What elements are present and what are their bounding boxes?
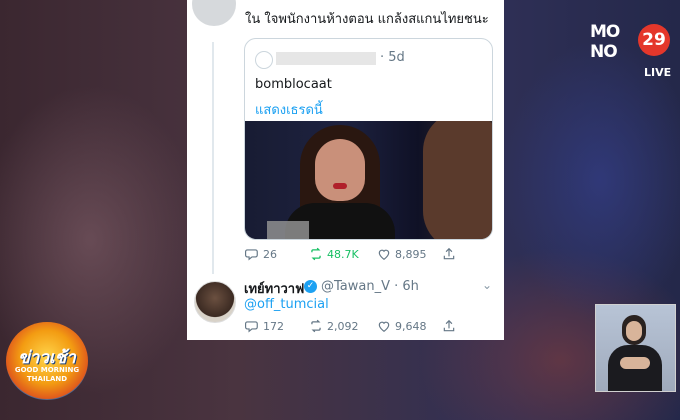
media-second-figure: [423, 121, 492, 239]
tweet-mention-link[interactable]: @off_tumcial: [244, 297, 329, 312]
retweet-count: 2,092: [327, 319, 359, 333]
retweet-action-2[interactable]: 2,092: [309, 319, 359, 333]
media-figure-face: [315, 139, 365, 201]
live-indicator: LIVE: [644, 66, 672, 79]
mono29-channel-logo: MO NO 29: [590, 22, 670, 66]
like-action[interactable]: 8,895: [377, 247, 427, 261]
reply-icon: [245, 321, 258, 333]
show-thread-link[interactable]: แสดงเธรดนี้: [255, 99, 323, 120]
share-action-2[interactable]: [442, 319, 456, 333]
show-logo: ข่าวเช้า GOOD MORNING THAILAND: [6, 322, 88, 400]
share-icon: [443, 247, 455, 260]
reply-count: 172: [263, 319, 284, 333]
media-figure-lips: [333, 183, 347, 189]
show-subtitle-1: GOOD MORNING: [14, 366, 80, 374]
like-action-2[interactable]: 9,648: [377, 319, 427, 333]
reply-count: 26: [263, 247, 277, 261]
reply-action[interactable]: 26: [245, 247, 277, 261]
retweet-icon: [311, 319, 321, 333]
thread-line: [212, 42, 214, 274]
quoted-tweet-text: bomblocaat: [255, 77, 332, 92]
quoted-media-image[interactable]: [245, 121, 492, 239]
sign-language-interpreter-inset: [595, 304, 676, 392]
share-icon: [443, 319, 455, 332]
quoted-avatar: [255, 51, 273, 69]
like-count: 8,895: [395, 247, 427, 261]
reply-avatar: [192, 0, 236, 26]
chevron-down-icon[interactable]: ⌄: [482, 278, 492, 292]
quoted-timestamp: · 5d: [380, 50, 405, 65]
retweet-count: 48.7K: [327, 247, 359, 261]
quoted-tweet-card[interactable]: · 5d bomblocaat แสดงเธรดนี้: [244, 38, 493, 240]
reply-action-2[interactable]: 172: [245, 319, 284, 333]
reply-tweet-text: ใน ใจพนักงานห้างตอน แกล้งสแกนไทยชนะ: [245, 12, 489, 27]
retweet-icon: [311, 247, 321, 261]
media-censor-box: [267, 221, 309, 239]
interpreter-face: [626, 321, 642, 341]
show-subtitle-2: THAILAND: [26, 375, 68, 383]
tweet-author-avatar[interactable]: [194, 281, 236, 323]
twitter-screenshot: ใน ใจพนักงานห้างตอน แกล้งสแกนไทยชนะ · 5d…: [187, 0, 504, 340]
quoted-name-censored: [276, 52, 376, 65]
heart-icon: [378, 321, 390, 332]
channel-logo-text: MO NO: [590, 22, 620, 62]
reply-icon: [245, 249, 258, 261]
verified-badge-icon: ✓: [304, 280, 317, 293]
tweet-author-name[interactable]: เทย์ทาวาฟ: [244, 278, 304, 299]
heart-icon: [378, 249, 390, 260]
share-action[interactable]: [442, 247, 456, 261]
interpreter-hands: [620, 357, 650, 369]
tweet-author-handle: @Tawan_V · 6h: [321, 279, 419, 294]
retweet-action[interactable]: 48.7K: [309, 247, 359, 261]
channel-logo-number: 29: [638, 24, 670, 56]
like-count: 9,648: [395, 319, 427, 333]
